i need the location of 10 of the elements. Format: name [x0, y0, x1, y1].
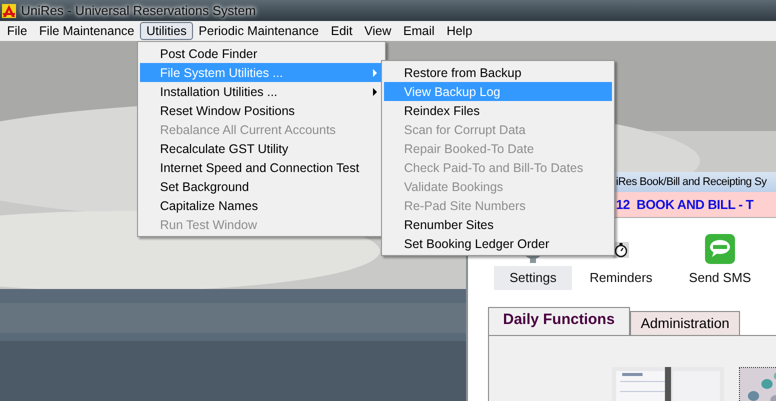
- menu-item[interactable]: Periodic Maintenance: [192, 22, 325, 40]
- menu-item[interactable]: Email: [397, 22, 441, 40]
- menu-item[interactable]: Edit: [324, 22, 358, 40]
- window-title: UniRes - Universal Reservations System: [21, 3, 256, 18]
- menu-item[interactable]: File: [1, 22, 34, 40]
- menu-item[interactable]: Help: [440, 22, 478, 40]
- menu-item[interactable]: File Maintenance: [33, 22, 140, 40]
- menu-item[interactable]: Utilities: [140, 22, 193, 40]
- app-logo-icon: [2, 4, 16, 18]
- menu-item[interactable]: View: [358, 22, 398, 40]
